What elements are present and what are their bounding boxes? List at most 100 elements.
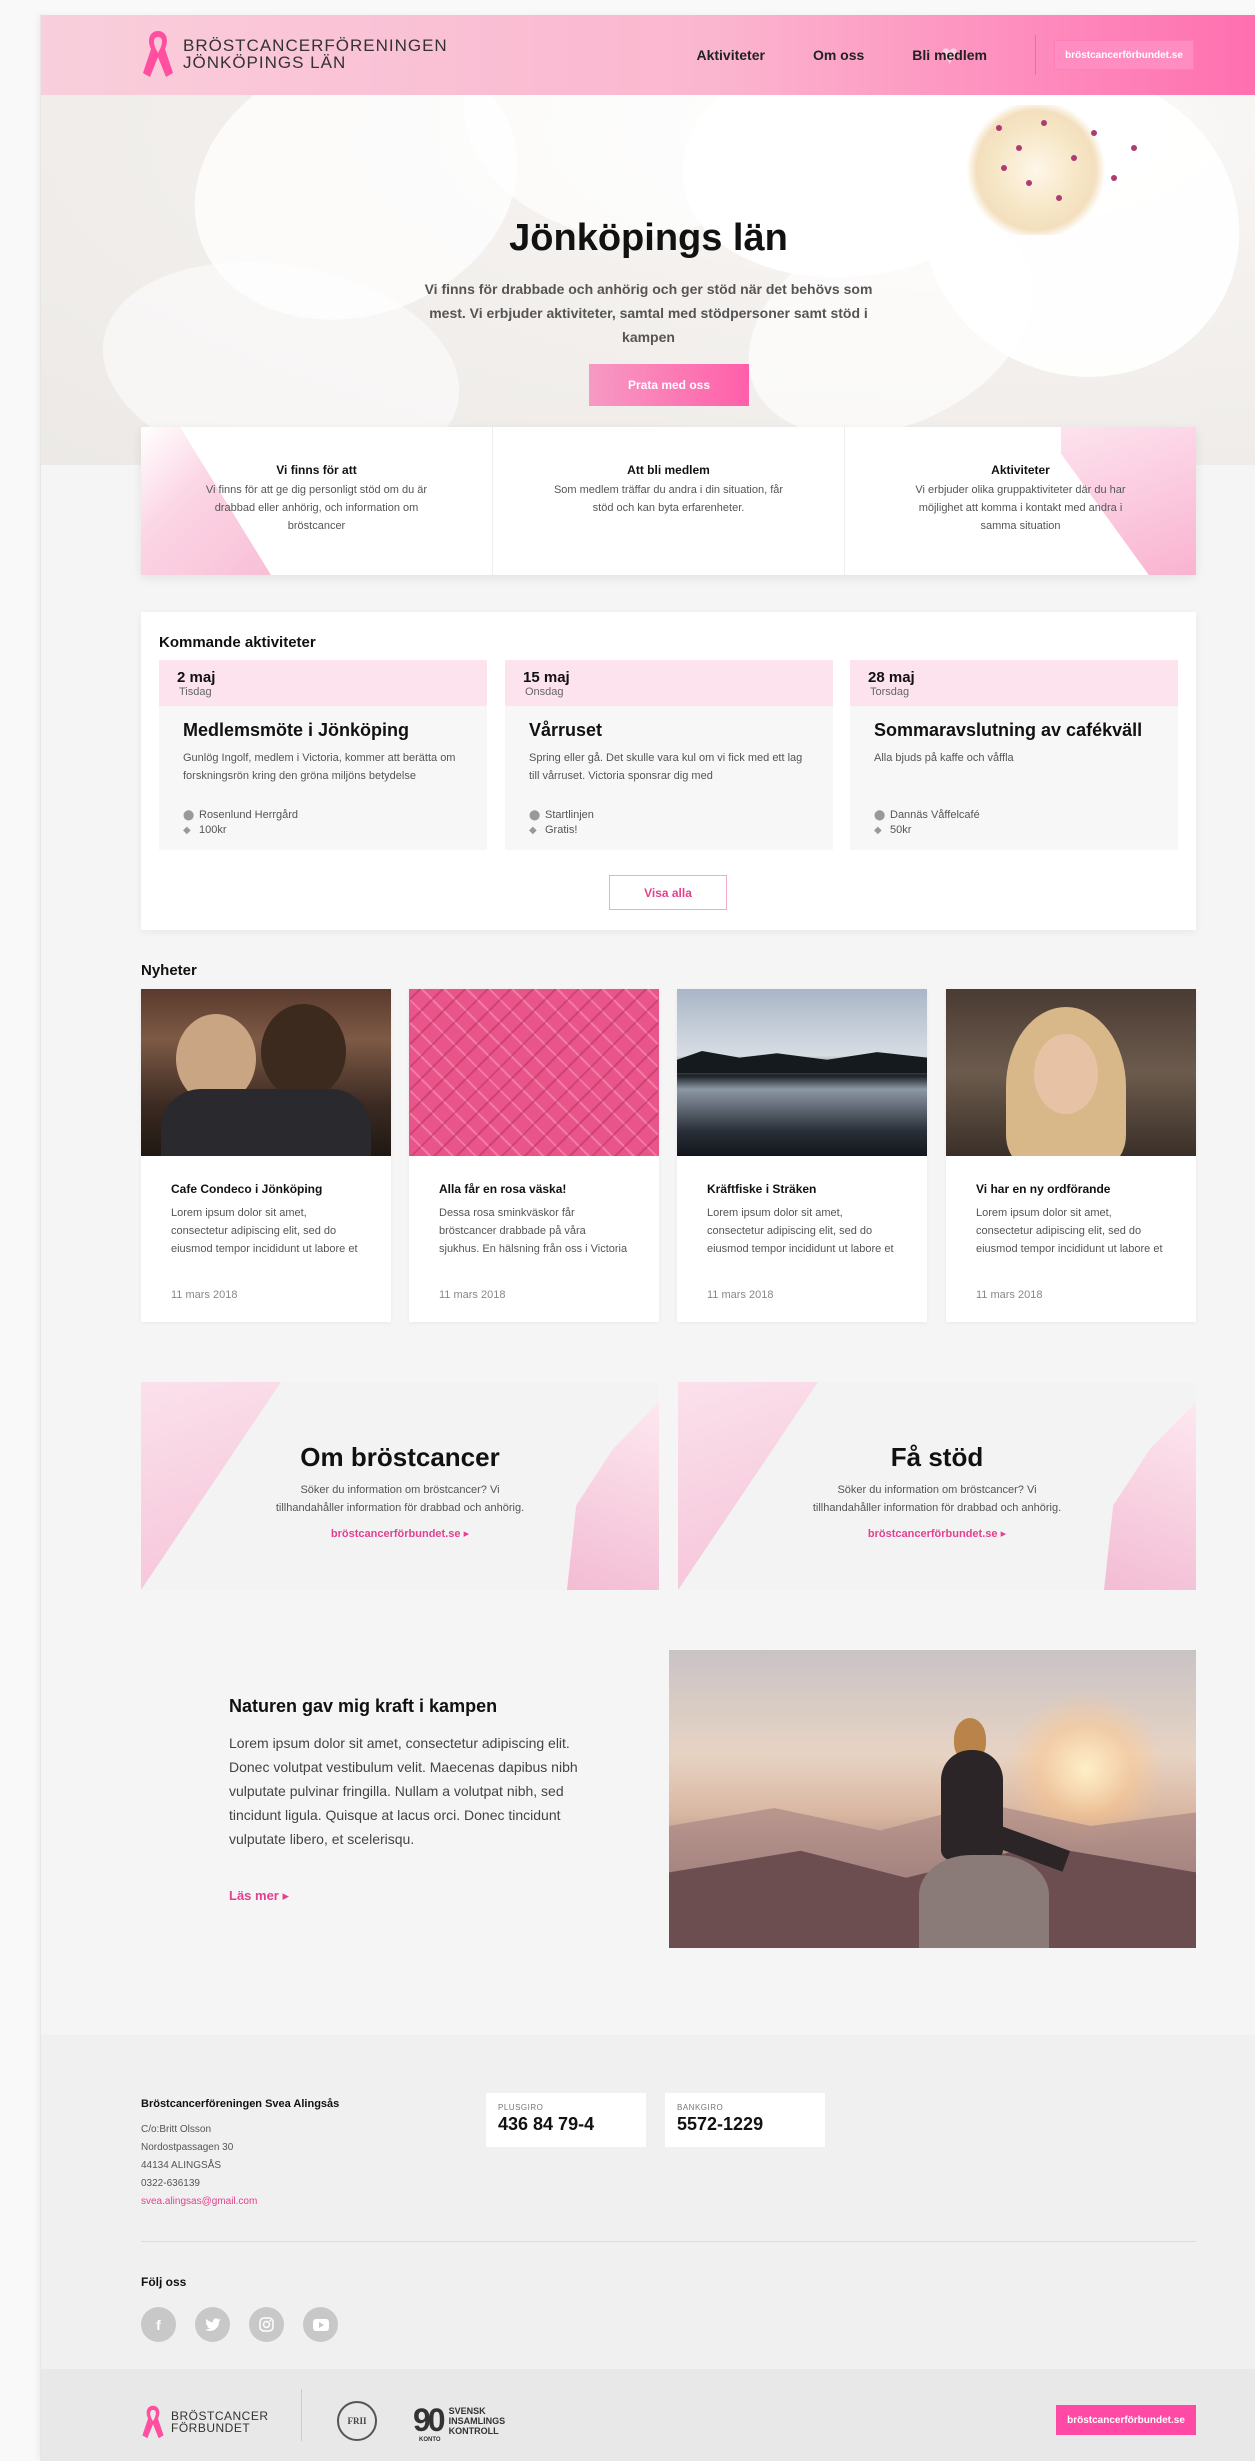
footer-org-name: Bröstcancerföreningen Svea Alingsås (141, 2098, 340, 2110)
news-card[interactable]: Alla får en rosa väska! Dessa rosa smink… (409, 989, 659, 1322)
frii-logo[interactable]: FRII (337, 2401, 377, 2441)
activity-day: Torsdag (870, 686, 910, 698)
forbundet-logo[interactable]: BRÖSTCANCER FÖRBUNDET (141, 2402, 269, 2442)
location-pin-icon: ⬤ (874, 810, 886, 821)
nav-divider (1035, 35, 1036, 75)
news-image (677, 989, 927, 1156)
activity-description: Gunlög Ingolf, medlem i Victoria, kommer… (183, 752, 456, 782)
footer-divider (141, 2241, 1196, 2242)
konto-label: KONTO (419, 2437, 441, 2443)
news-card[interactable]: Vi har en ny ordförande Lorem ipsum dolo… (946, 989, 1196, 1322)
activity-price: 50kr (890, 824, 912, 836)
nav-om-oss[interactable]: Om oss (813, 47, 864, 63)
logo[interactable]: BRÖSTCANCERFÖRENINGEN JÖNKÖPINGS LÄN (141, 27, 448, 81)
location-pin-icon: ⬤ (529, 810, 541, 821)
news-date: 11 mars 2018 (439, 1289, 506, 1301)
info-card-title: Vi finns för att (276, 463, 357, 477)
info-card-text: Vi finns för att ge dig personligt stöd … (205, 484, 428, 532)
story-image (669, 1650, 1196, 1948)
promo-om-brostcancer[interactable]: Om bröstcancer Söker du information om b… (141, 1382, 659, 1590)
news-date: 11 mars 2018 (171, 1289, 238, 1301)
activity-day: Tisdag (179, 686, 212, 698)
bottom-divider (301, 2389, 302, 2441)
activity-title: Sommaravslutning av cafékväll (874, 720, 1143, 740)
news-date: 11 mars 2018 (707, 1289, 774, 1301)
ninety-text-1: SVENSK (448, 2405, 486, 2416)
activity-price: Gratis! (545, 824, 578, 836)
info-card[interactable]: Att bli medlem Som medlem träffar du and… (493, 427, 845, 575)
news-excerpt: Lorem ipsum dolor sit amet, consectetur … (976, 1207, 1163, 1255)
nav-bli-medlem-label: Bli medlem (912, 47, 987, 63)
bankgiro-number: 5572-1229 (677, 2114, 764, 2134)
ninety-number: 90 (413, 2402, 446, 2438)
news-title: Cafe Condeco i Jönköping (171, 1182, 323, 1196)
instagram-icon[interactable] (249, 2307, 284, 2342)
site-header: BRÖSTCANCERFÖRENINGEN JÖNKÖPINGS LÄN Akt… (41, 15, 1255, 95)
activity-card[interactable]: 2 maj Tisdag Medlemsmöte i Jönköping Gun… (159, 660, 487, 850)
activity-date: 28 maj (868, 669, 915, 686)
news-card[interactable]: Kräftfiske i Sträken Lorem ipsum dolor s… (677, 989, 927, 1322)
contact-button[interactable]: Prata med oss (589, 364, 749, 406)
show-all-button[interactable]: Visa alla (609, 875, 727, 910)
info-card[interactable]: Vi finns för att Vi finns för att ge dig… (141, 427, 493, 575)
facebook-icon[interactable]: f (141, 2307, 176, 2342)
email-link[interactable]: svea.alingsas@gmail.com (141, 2193, 257, 2211)
bankgiro-label: BANKGIRO (677, 2103, 724, 2112)
plusgiro-label: PLUSGIRO (498, 2103, 544, 2112)
activity-date: 15 maj (523, 669, 570, 686)
main-nav: Aktiviteter Om oss ♥ Bli medlem bröstcanc… (696, 15, 1255, 95)
pink-ribbon-icon (143, 31, 173, 77)
info-card-text: Som medlem träffar du andra i din situat… (553, 484, 784, 514)
arrow-right-icon: ▸ (1000, 1528, 1007, 1540)
news-image (946, 989, 1196, 1156)
price-tag-icon: ◆ (874, 825, 882, 836)
footer-cta-button[interactable]: bröstcancerförbundet.se (1056, 2405, 1196, 2435)
activity-price: 100kr (199, 824, 227, 836)
arrow-right-icon: ▸ (463, 1528, 470, 1540)
header-cta-button[interactable]: bröstcancerförbundet.se (1054, 40, 1194, 70)
plusgiro-number: 436 84 79-4 (498, 2114, 595, 2134)
news-title: Vi har en ny ordförande (976, 1182, 1111, 1196)
hero-title: Jönköpings län (509, 217, 788, 259)
news-title: Alla får en rosa väska! (439, 1182, 567, 1196)
info-card-title: Att bli medlem (627, 463, 710, 477)
address-line: 44134 ALINGSÅS (141, 2160, 222, 2171)
price-tag-icon: ◆ (183, 825, 191, 836)
news-excerpt: Dessa rosa sminkväskor får bröstcancer d… (439, 1207, 628, 1255)
nav-aktiviteter[interactable]: Aktiviteter (696, 47, 764, 63)
news-card[interactable]: Cafe Condeco i Jönköping Lorem ipsum dol… (141, 989, 391, 1322)
twitter-icon[interactable] (195, 2307, 230, 2342)
activity-place: Dannäs Våffelcafé (890, 809, 980, 821)
news-title: Nyheter (141, 962, 197, 979)
promo-text: Söker du information om bröstcancer? Vi … (812, 1484, 1062, 1514)
promo-title: Om bröstcancer (300, 1442, 500, 1472)
promo-fa-stod[interactable]: Få stöd Söker du information om bröstcan… (678, 1382, 1196, 1590)
activity-date: 2 maj (177, 669, 216, 686)
youtube-icon[interactable] (303, 2307, 338, 2342)
activity-description: Alla bjuds på kaffe och våffla (874, 752, 1014, 764)
activity-card[interactable]: 28 maj Torsdag Sommaravslutning av cafék… (850, 660, 1178, 850)
activity-description: Spring eller gå. Det skulle vara kul om … (529, 752, 803, 782)
news-excerpt: Lorem ipsum dolor sit amet, consectetur … (707, 1207, 894, 1255)
bottom-bar: BRÖSTCANCER FÖRBUNDET FRII 90 KONTO SVEN… (41, 2369, 1255, 2461)
arrow-right-icon: ▸ (282, 1888, 290, 1903)
story-title: Naturen gav mig kraft i kampen (229, 1696, 498, 1716)
promo-link: bröstcancerförbundet.se (330, 1528, 461, 1540)
plusgiro-box: PLUSGIRO 436 84 79-4 (486, 2093, 646, 2147)
nav-bli-medlem[interactable]: ♥ Bli medlem (912, 39, 987, 70)
phone: 0322-636139 (141, 2178, 200, 2189)
info-card[interactable]: Aktiviteter Vi erbjuder olika gruppaktiv… (845, 427, 1196, 575)
logo-line-1: BRÖSTCANCERFÖRENINGEN (183, 36, 448, 55)
address-line: Nordostpassagen 30 (141, 2142, 234, 2153)
news-image (141, 989, 391, 1156)
activity-card[interactable]: 15 maj Onsdag Vårruset Spring eller gå. … (505, 660, 833, 850)
activity-title: Vårruset (529, 720, 603, 740)
info-card-text: Vi erbjuder olika gruppaktiviteter där d… (915, 484, 1126, 532)
pink-ribbon-icon (142, 2405, 164, 2439)
price-tag-icon: ◆ (529, 825, 537, 836)
promo-text: Söker du information om bröstcancer? Vi … (275, 1484, 525, 1514)
footer: Bröstcancerföreningen Svea Alingsås C/o:… (41, 2035, 1255, 2369)
promo-link: bröstcancerförbundet.se (867, 1528, 998, 1540)
promo-decoration (678, 1382, 818, 1590)
90-konto-logo[interactable]: 90 KONTO SVENSK INSAMLINGS KONTROLL (413, 2402, 505, 2443)
